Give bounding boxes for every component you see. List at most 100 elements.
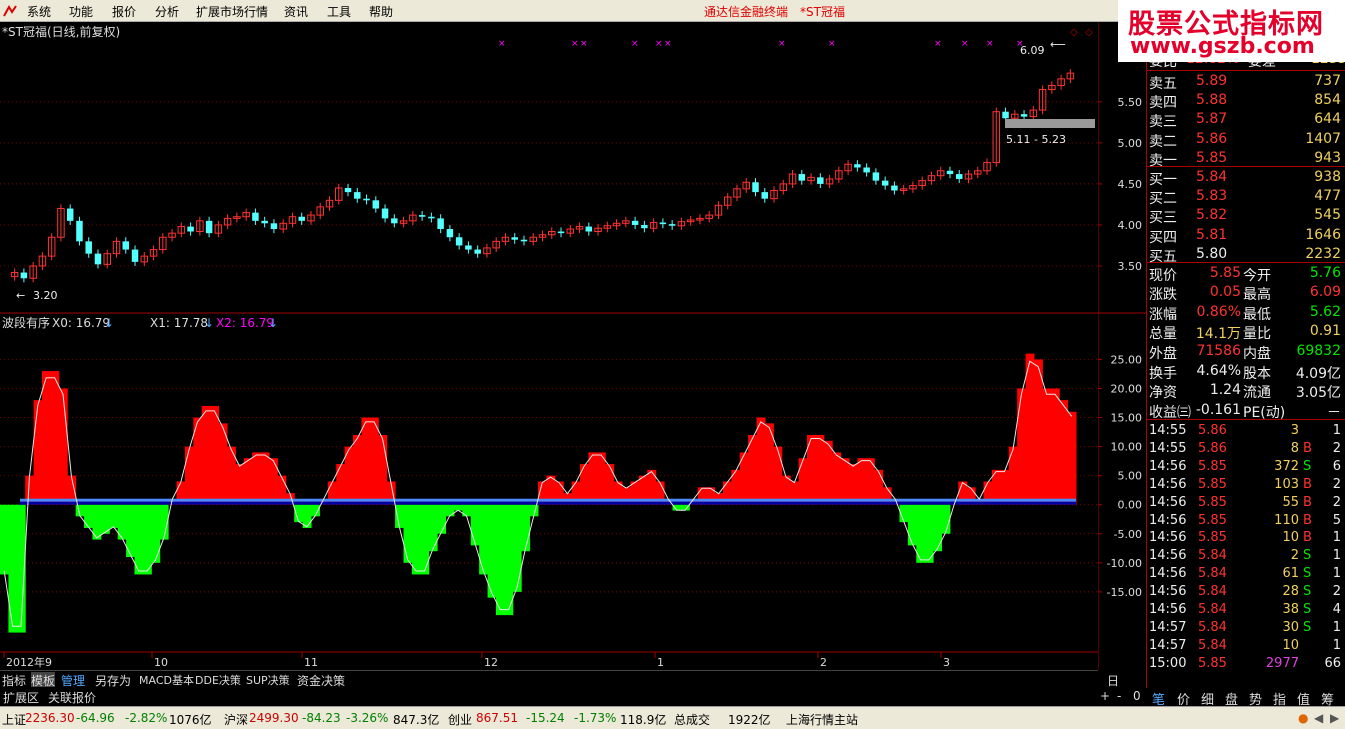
menu-system[interactable]: 系统 bbox=[27, 3, 51, 20]
candle-body bbox=[798, 174, 806, 181]
indicator-bar bbox=[487, 504, 497, 598]
stat-label: 涨幅 bbox=[1149, 306, 1177, 323]
stat-label: 今开 bbox=[1243, 268, 1271, 284]
candle-body bbox=[372, 200, 380, 209]
indicator-bar bbox=[857, 458, 867, 505]
indicator-tab-bar: 指标 模板 管理 另存为 MACD基本 DDE决策 SUP决策 资金决策 日线 bbox=[0, 670, 1119, 705]
indicator-x2: X2: 16.79 bbox=[216, 316, 274, 330]
ask-volume: 737 bbox=[1314, 73, 1341, 89]
trade-volume: 110 bbox=[1274, 512, 1299, 528]
trade-row: 14:55 5.86 3 1 bbox=[1146, 422, 1345, 440]
cy-label[interactable]: 创业 bbox=[448, 711, 472, 728]
sz-value: 2499.30 bbox=[249, 711, 299, 725]
menu-news[interactable]: 资讯 bbox=[284, 3, 308, 20]
menu-help[interactable]: 帮助 bbox=[369, 3, 393, 20]
indicator-tick-label: -10.00 bbox=[1107, 557, 1142, 570]
candle-body bbox=[391, 218, 398, 224]
indicator-bar bbox=[907, 504, 917, 546]
trade-volume: 3 bbox=[1290, 423, 1299, 438]
stat-row: 外盘 71586 内盘 69832 bbox=[1146, 342, 1345, 362]
trade-side: S bbox=[1303, 458, 1312, 474]
sz-change: -84.23 bbox=[302, 711, 341, 725]
trade-count: 1 bbox=[1332, 423, 1341, 438]
signal-x-icon: × bbox=[934, 39, 942, 49]
sz-label[interactable]: 沪深 bbox=[224, 711, 248, 728]
ext-area-tab[interactable]: 扩展区 bbox=[3, 689, 39, 706]
zoom-out-button[interactable]: - bbox=[1117, 689, 1121, 703]
candle-body bbox=[854, 164, 861, 168]
restore-pane-icon[interactable]: ◇ bbox=[1085, 27, 1093, 38]
indicator-bar bbox=[336, 464, 346, 505]
menu-ext-market[interactable]: 扩展市场行情 bbox=[196, 3, 268, 20]
trade-row: 14:56 5.84 28 S 2 bbox=[1146, 583, 1345, 601]
app-logo-icon bbox=[3, 5, 17, 17]
sz-pct: -3.26% bbox=[346, 711, 389, 725]
ask-row: 卖三 5.87 644 bbox=[1146, 110, 1345, 130]
menu-quote[interactable]: 报价 bbox=[112, 3, 136, 20]
bid-volume: 1646 bbox=[1305, 226, 1341, 243]
menu-function[interactable]: 功能 bbox=[69, 3, 93, 20]
x-tick-label: 12 bbox=[484, 656, 498, 669]
candle-body bbox=[474, 249, 481, 254]
trade-side: S bbox=[1303, 584, 1312, 600]
candle-body bbox=[557, 231, 565, 234]
scroll-right-icon[interactable]: ▶ bbox=[1330, 711, 1339, 725]
candle-body bbox=[585, 226, 593, 232]
zoom-in-button[interactable]: + bbox=[1100, 689, 1110, 703]
chart-area[interactable]: × × × × × × × × × × × × 2012年9 10 11 12 1 2 3 *ST冠福(日线,前复… bbox=[0, 22, 1098, 670]
signal-x-icon: × bbox=[828, 39, 836, 49]
cy-amount: 118.9亿 bbox=[620, 713, 667, 727]
indicator-bar bbox=[8, 504, 18, 633]
sh-label[interactable]: 上证 bbox=[2, 711, 26, 728]
candle-body bbox=[761, 192, 769, 199]
reset-button[interactable]: 0 bbox=[1133, 689, 1141, 703]
ask-label: 卖五 bbox=[1149, 76, 1177, 92]
ask-volume: 854 bbox=[1314, 92, 1341, 109]
ask-price: 5.88 bbox=[1196, 92, 1228, 109]
trade-price: 5.84 bbox=[1198, 602, 1227, 617]
close-pane-icon[interactable]: ◇ bbox=[1070, 27, 1078, 38]
price-tick-label: 3.50 bbox=[1118, 260, 1143, 273]
indicator-bar bbox=[353, 434, 362, 505]
menu-analysis[interactable]: 分析 bbox=[155, 3, 179, 20]
stat-label: 股本 bbox=[1243, 366, 1271, 382]
candle-body bbox=[20, 272, 28, 279]
scroll-left-icon[interactable]: ◀ bbox=[1314, 711, 1323, 725]
trade-side: B bbox=[1303, 476, 1312, 492]
stat-value: 1.24 bbox=[1209, 382, 1241, 399]
trade-volume: 103 bbox=[1274, 476, 1299, 492]
trade-time: 14:56 bbox=[1149, 476, 1187, 492]
trade-volume: 2977 bbox=[1265, 655, 1299, 671]
quote-panel: 委比 12.82% 委差 1235 卖五5.89737卖四5.88854卖三5.… bbox=[1146, 22, 1345, 688]
trade-count: 1 bbox=[1332, 548, 1341, 564]
trade-count: 2 bbox=[1332, 440, 1341, 456]
trade-row: 15:00 5.85 2977 66 bbox=[1146, 655, 1345, 673]
stat-row: 现价 5.85 今开 5.76 bbox=[1146, 264, 1345, 284]
indicator-bar bbox=[1042, 388, 1052, 505]
trade-time: 14:56 bbox=[1149, 548, 1187, 564]
related-quote-tab[interactable]: 关联报价 bbox=[48, 689, 96, 706]
stat-row: 换手 4.64% 股本 4.09亿 bbox=[1146, 362, 1345, 382]
trade-count: 1 bbox=[1332, 530, 1341, 546]
trade-time: 14:56 bbox=[1149, 530, 1187, 546]
x-tick-label: 1 bbox=[657, 656, 664, 669]
tab-sup[interactable]: SUP决策 bbox=[246, 672, 290, 688]
candle-body bbox=[428, 216, 435, 219]
trade-volume: 55 bbox=[1282, 494, 1299, 510]
menu-tools[interactable]: 工具 bbox=[327, 3, 351, 20]
candle-body bbox=[881, 180, 889, 186]
x0-arrow-icon: ↓ bbox=[104, 316, 114, 330]
candle-body bbox=[446, 229, 454, 238]
server-name[interactable]: 上海行情主站 bbox=[786, 711, 858, 728]
tab-macd[interactable]: MACD基本 bbox=[139, 672, 194, 688]
stat-value: 5.85 bbox=[1209, 265, 1241, 281]
trade-time: 14:56 bbox=[1149, 458, 1187, 474]
indicator-bar bbox=[445, 504, 455, 517]
indicator-bar bbox=[773, 446, 783, 505]
stat-value: 0.05 bbox=[1209, 284, 1241, 301]
trade-time: 14:57 bbox=[1149, 637, 1187, 653]
tab-dde[interactable]: DDE决策 bbox=[195, 672, 241, 688]
trade-side: S bbox=[1303, 548, 1312, 564]
indicator-tick-label: 15.00 bbox=[1111, 412, 1143, 425]
ask-price: 5.87 bbox=[1196, 111, 1228, 128]
